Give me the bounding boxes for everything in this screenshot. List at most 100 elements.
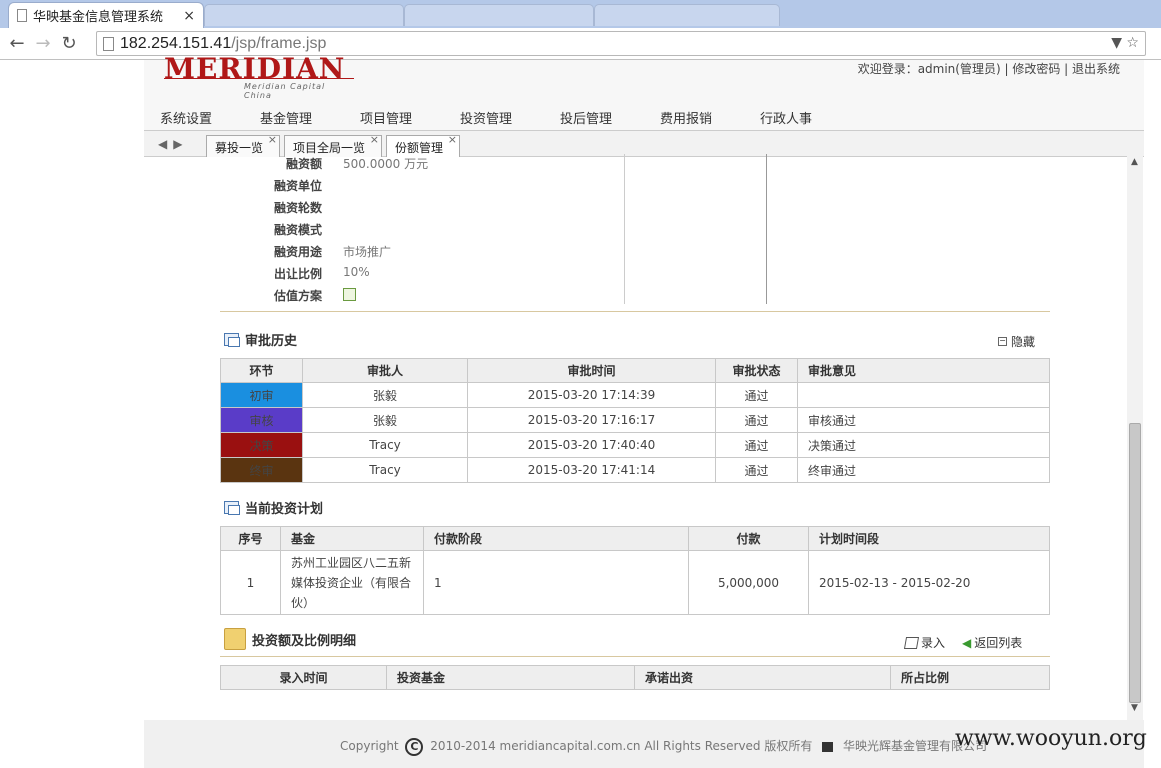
stage-cell: 审核 bbox=[220, 407, 303, 433]
footer-copyright-text: 2010-2014 meridiancapital.com.cn All Rig… bbox=[430, 739, 813, 753]
approver-cell: Tracy bbox=[302, 457, 468, 483]
forward-arrow-icon[interactable]: → bbox=[30, 33, 56, 54]
time-cell: 2015-03-20 17:40:40 bbox=[467, 432, 716, 458]
table-row: 审核 张毅 2015-03-20 17:16:17 通过 审核通过 bbox=[220, 407, 1050, 433]
valuation-file-icon[interactable] bbox=[343, 288, 356, 301]
page-icon bbox=[103, 36, 114, 51]
field-value: 10% bbox=[343, 265, 370, 279]
scroll-thumb[interactable] bbox=[1129, 423, 1141, 703]
browser-tab-inactive[interactable] bbox=[404, 4, 594, 26]
investment-plan-table: 序号 基金 付款阶段 付款 计划时间段 1 苏州工业园区八二五新媒体投资企业（有… bbox=[220, 526, 1050, 615]
field-label: 融资轮数 bbox=[273, 201, 322, 215]
field-label: 融资单位 bbox=[273, 179, 322, 193]
close-icon[interactable]: × bbox=[183, 8, 195, 24]
opinion-cell: 终审通过 bbox=[797, 457, 1050, 483]
window-icon bbox=[224, 501, 240, 515]
url-path: /jsp/frame.jsp bbox=[231, 34, 327, 52]
table-row: 初审 张毅 2015-03-20 17:14:39 通过 bbox=[220, 382, 1050, 408]
plan-stage: 1 bbox=[423, 550, 689, 615]
field-label: 估值方案 bbox=[273, 289, 322, 303]
browser-tab-title: 华映基金信息管理系统 bbox=[33, 10, 164, 25]
status-cell: 通过 bbox=[715, 432, 798, 458]
detail-content: 融资额 500.0000 万元 融资单位 融资轮数 融资模式 融资用途 市场推广… bbox=[0, 60, 1161, 720]
plan-period: 2015-02-13 - 2015-02-20 bbox=[808, 550, 1050, 615]
divider bbox=[220, 656, 1050, 657]
investment-detail-table: 录入时间 投资基金 承诺出资 所占比例 bbox=[220, 665, 1050, 690]
approver-cell: 张毅 bbox=[302, 382, 468, 408]
collapse-icon: − bbox=[998, 336, 1007, 346]
back-label: 返回列表 bbox=[974, 636, 1023, 650]
field-row: 融资轮数 bbox=[270, 199, 630, 219]
column-header: 录入时间 bbox=[220, 665, 387, 690]
field-row: 融资额 500.0000 万元 bbox=[270, 155, 630, 175]
field-row: 融资用途 市场推广 bbox=[270, 243, 630, 263]
column-header: 审批意见 bbox=[797, 358, 1050, 383]
column-header: 审批人 bbox=[302, 358, 468, 383]
back-arrow-icon: ◀ bbox=[962, 635, 972, 650]
column-header: 环节 bbox=[220, 358, 303, 383]
edit-icon bbox=[903, 636, 920, 649]
column-header: 承诺出资 bbox=[634, 665, 891, 690]
copyright-icon: C bbox=[405, 737, 424, 756]
stage-cell: 终审 bbox=[220, 457, 303, 483]
web-page: MERIDIAN Meridian Capital China 欢迎登录：adm… bbox=[0, 52, 1161, 768]
scroll-down-icon[interactable]: ▼ bbox=[1131, 703, 1138, 713]
back-arrow-icon[interactable]: ← bbox=[4, 33, 30, 54]
field-row: 估值方案 bbox=[270, 287, 630, 307]
approver-cell: Tracy bbox=[302, 432, 468, 458]
column-header: 审批状态 bbox=[715, 358, 798, 383]
divider bbox=[766, 154, 767, 304]
add-label: 录入 bbox=[921, 636, 946, 650]
approver-cell: 张毅 bbox=[302, 407, 468, 433]
table-row: 终审 Tracy 2015-03-20 17:41:14 通过 终审通过 bbox=[220, 457, 1050, 483]
table-row: 1 苏州工业园区八二五新媒体投资企业（有限合伙） 1 5,000,000 201… bbox=[220, 550, 1050, 615]
field-row: 出让比例 10% bbox=[270, 265, 630, 285]
field-row: 融资模式 bbox=[270, 221, 630, 241]
table-row: 决策 Tracy 2015-03-20 17:40:40 通过 决策通过 bbox=[220, 432, 1050, 458]
add-record-button[interactable]: 录入 bbox=[903, 634, 946, 651]
footer-copyright-prefix: Copyright bbox=[340, 739, 399, 753]
stage-cell: 决策 bbox=[220, 432, 303, 458]
url-host: 182.254.151.41 bbox=[120, 34, 232, 52]
vertical-scrollbar[interactable]: ▲ ▼ bbox=[1127, 155, 1143, 720]
time-cell: 2015-03-20 17:16:17 bbox=[467, 407, 716, 433]
back-to-list-button[interactable]: ◀ 返回列表 bbox=[962, 634, 1022, 651]
browser-tab-inactive[interactable] bbox=[204, 4, 404, 26]
scroll-up-icon[interactable]: ▲ bbox=[1131, 157, 1138, 167]
status-cell: 通过 bbox=[715, 457, 798, 483]
opinion-cell: 决策通过 bbox=[797, 432, 1050, 458]
time-cell: 2015-03-20 17:14:39 bbox=[467, 382, 716, 408]
field-label: 融资用途 bbox=[273, 245, 322, 259]
field-value: 500.0000 万元 bbox=[343, 157, 429, 171]
hide-label: 隐藏 bbox=[1011, 335, 1036, 349]
column-header: 投资基金 bbox=[386, 665, 635, 690]
watermark: www.wooyun.org bbox=[955, 726, 1147, 751]
field-label: 出让比例 bbox=[273, 267, 322, 281]
approval-table: 环节 审批人 审批时间 审批状态 审批意见 初审 张毅 2015-03-20 17:… bbox=[220, 358, 1050, 483]
status-cell: 通过 bbox=[715, 407, 798, 433]
extension-icons[interactable]: ▼ ☆ bbox=[1111, 35, 1139, 51]
reload-icon[interactable]: ↻ bbox=[56, 33, 82, 54]
time-cell: 2015-03-20 17:41:14 bbox=[467, 457, 716, 483]
hide-toggle[interactable]: − 隐藏 bbox=[998, 333, 1035, 350]
divider bbox=[220, 311, 1050, 312]
plan-amount: 5,000,000 bbox=[688, 550, 809, 615]
field-label: 融资额 bbox=[285, 157, 322, 171]
opinion-cell: 审核通过 bbox=[797, 407, 1050, 433]
column-header: 计划时间段 bbox=[808, 526, 1050, 551]
company-icon bbox=[822, 741, 834, 752]
section-title: 当前投资计划 bbox=[245, 502, 324, 517]
status-cell: 通过 bbox=[715, 382, 798, 408]
column-header: 所占比例 bbox=[890, 665, 1050, 690]
browser-tab-inactive[interactable] bbox=[594, 4, 780, 26]
field-value: 市场推广 bbox=[343, 245, 392, 259]
approval-history-heading: 审批历史 bbox=[224, 330, 297, 349]
page-icon bbox=[17, 9, 27, 22]
plan-fund: 苏州工业园区八二五新媒体投资企业（有限合伙） bbox=[280, 550, 424, 615]
opinion-cell bbox=[797, 382, 1050, 408]
field-row: 融资单位 bbox=[270, 177, 630, 197]
browser-tab[interactable]: 华映基金信息管理系统 × bbox=[8, 2, 204, 28]
section-title: 审批历史 bbox=[245, 334, 298, 349]
field-label: 融资模式 bbox=[273, 223, 322, 237]
section-title: 投资额及比例明细 bbox=[252, 633, 357, 649]
